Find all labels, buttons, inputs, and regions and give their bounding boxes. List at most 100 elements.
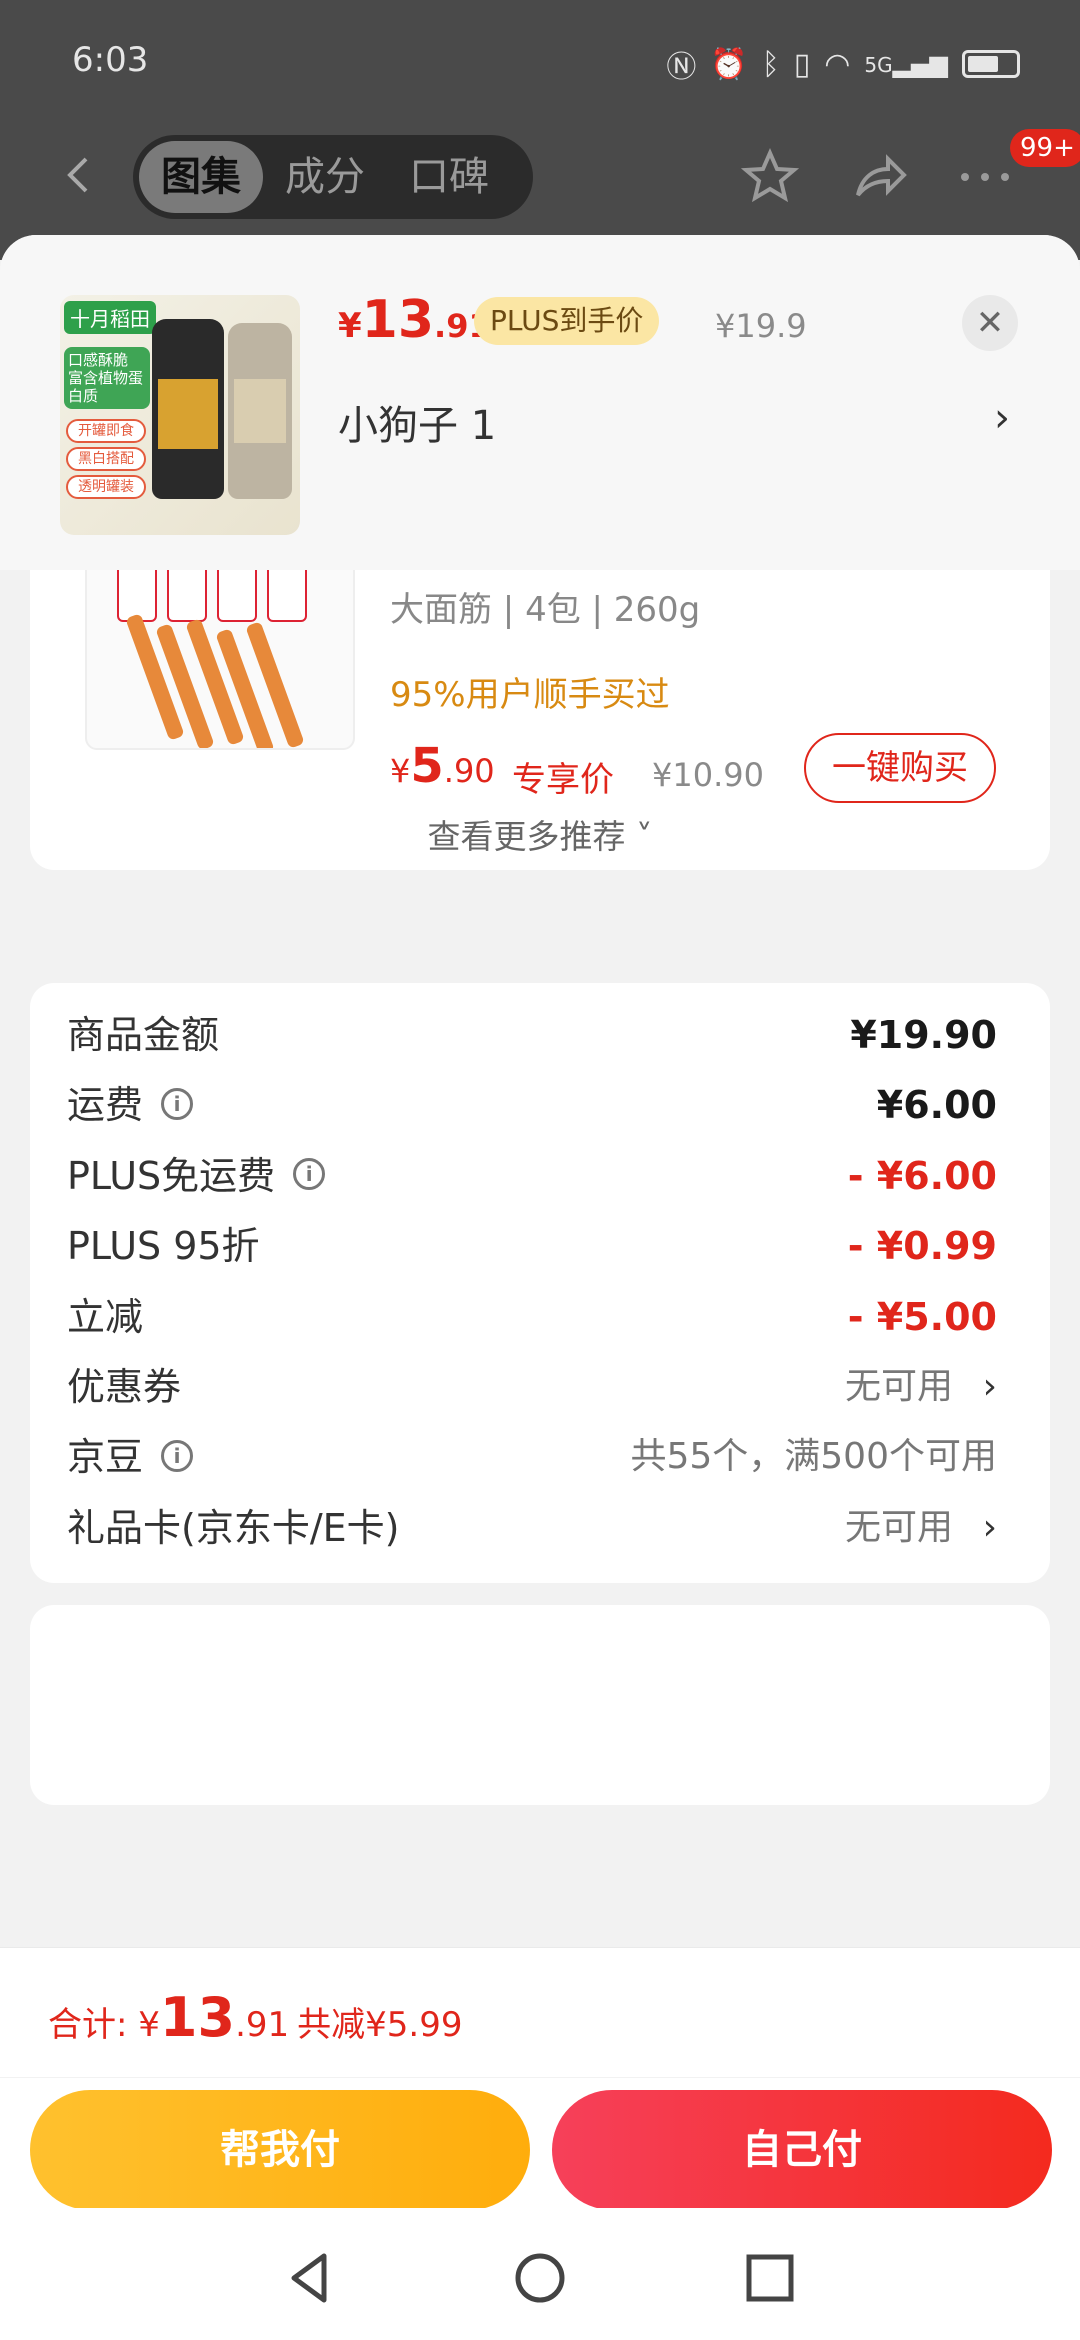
summary-row: PLUS免运费 i - ¥6.00 xyxy=(67,1146,997,1206)
summary-label-text: 京豆 xyxy=(67,1435,144,1480)
summary-label: 京豆 i xyxy=(67,1427,194,1487)
product-price: ¥13.91 xyxy=(338,290,491,350)
summary-label-text: 运费 xyxy=(67,1083,144,1128)
share-icon[interactable] xyxy=(850,147,910,207)
recommendation-image[interactable] xyxy=(85,570,355,750)
summary-row: 立减 - ¥5.00 xyxy=(67,1287,997,1347)
summary-label: 礼品卡(京东卡/E卡) xyxy=(67,1498,399,1558)
signal-icon: 5G▂▄▆ xyxy=(864,50,948,78)
summary-row: 商品金额 ¥19.90 xyxy=(67,1005,997,1065)
next-section-card xyxy=(30,1605,1050,1805)
total-bar: 合计: ¥13.91 共减¥5.99 xyxy=(0,1947,1080,2077)
star-icon[interactable] xyxy=(740,147,800,207)
total-integer: 13 xyxy=(159,1986,236,2049)
snack-pack xyxy=(267,570,307,622)
summary-row: 运费 i ¥6.00 xyxy=(67,1075,997,1135)
snack-pack xyxy=(167,570,207,622)
product-thumbnail[interactable]: 十月稻田 口感酥脆 富含植物蛋白质 开罐即食 黑白搭配 透明罐装 xyxy=(60,295,300,535)
exclusive-price-label: 专享价 xyxy=(512,760,614,800)
more-recommendations-link[interactable]: 查看更多推荐 ˅ xyxy=(30,810,1050,858)
price-integer: 5 xyxy=(410,738,444,794)
summary-label-text: PLUS免运费 xyxy=(67,1153,276,1198)
nav-home-icon[interactable] xyxy=(510,2248,570,2308)
battery-icon xyxy=(962,50,1020,78)
one-click-buy-button[interactable]: 一键购买 xyxy=(804,733,996,803)
price-decimal: .90 xyxy=(443,752,495,790)
bluetooth-icon: ᛒ xyxy=(761,46,780,82)
action-bar: 帮我付 自己付 xyxy=(0,2078,1080,2210)
summary-label-text: PLUS 95折 xyxy=(67,1224,260,1269)
background-page-header xyxy=(0,0,1080,260)
total-saved: 共减¥5.99 xyxy=(297,2005,463,2045)
plus-price-tag: PLUS到手价 xyxy=(474,297,660,345)
summary-row: 京豆 i 共55个，满500个可用 xyxy=(67,1427,997,1487)
tab-switcher: 图集 成分 口碑 xyxy=(133,135,533,219)
vibrate-icon: ▯ xyxy=(793,46,811,82)
info-icon[interactable]: i xyxy=(293,1158,326,1191)
status-time: 6:03 xyxy=(72,40,149,80)
summary-row[interactable]: 礼品卡(京东卡/E卡) 无可用 › xyxy=(67,1498,997,1558)
thumb-tag: 口感酥脆 富含植物蛋白质 xyxy=(64,347,150,409)
summary-value: 无可用 xyxy=(844,1506,953,1548)
top-navigation: 图集 成分 口碑 99+ xyxy=(0,129,1080,219)
recommendation-card: 大面筋 | 4包 | 260g 95%用户顺手买过 ¥5.90 专享价 ¥10.… xyxy=(30,570,1050,870)
summary-label: 商品金额 xyxy=(67,1005,219,1065)
summary-row[interactable]: 优惠券 无可用 › xyxy=(67,1357,997,1417)
system-navigation-bar xyxy=(0,2208,1080,2340)
selected-variant[interactable]: 小狗子 1 xyxy=(338,393,496,451)
original-price: ¥19.9 xyxy=(715,307,807,345)
wifi-icon: ◠ xyxy=(824,46,851,82)
summary-row: PLUS 95折 - ¥0.99 xyxy=(67,1216,997,1276)
thumb-pill: 开罐即食 xyxy=(66,419,146,443)
thumb-pill: 透明罐装 xyxy=(66,475,146,499)
chevron-right-icon[interactable]: › xyxy=(983,1498,997,1558)
status-bar: 6:03 Ⓝ ⏰ ᛒ ▯ ◠ 5G▂▄▆ xyxy=(72,40,1040,86)
recommendation-original-price: ¥10.90 xyxy=(652,756,764,794)
black-sesame-jar xyxy=(152,319,224,499)
tab-gallery[interactable]: 图集 xyxy=(139,141,263,213)
info-icon[interactable]: i xyxy=(161,1087,194,1120)
info-icon[interactable]: i xyxy=(161,1439,194,1472)
tab-ingredients[interactable]: 成分 xyxy=(263,141,387,213)
order-total: 合计: ¥13.91 共减¥5.99 xyxy=(48,1986,462,2049)
summary-label-text: 优惠券 xyxy=(67,1365,182,1409)
nav-back-icon[interactable] xyxy=(280,2248,340,2308)
recommendation-price: ¥5.90 xyxy=(390,738,495,794)
total-decimal: .91 xyxy=(235,2005,290,2045)
nfc-icon: Ⓝ xyxy=(666,50,697,85)
tab-reviews[interactable]: 口碑 xyxy=(387,141,511,213)
summary-value: - ¥5.00 xyxy=(847,1294,997,1339)
summary-label: 立减 xyxy=(67,1287,143,1347)
recommendation-spec: 大面筋 | 4包 | 260g xyxy=(390,590,701,630)
total-label: 合计: xyxy=(48,2005,139,2045)
help-me-pay-button[interactable]: 帮我付 xyxy=(30,2090,530,2210)
network-type: 5G xyxy=(864,53,893,77)
price-breakdown-card: 商品金额 ¥19.90 运费 i ¥6.00 PLUS免运费 i - ¥6.00 PLUS 95… xyxy=(30,983,1050,1583)
summary-label-text: 立减 xyxy=(67,1294,144,1339)
more-icon[interactable] xyxy=(955,147,1015,207)
summary-value: ¥6.00 xyxy=(876,1083,997,1128)
summary-value: - ¥6.00 xyxy=(847,1153,997,1198)
price-integer: 13 xyxy=(361,290,435,350)
close-icon: ✕ xyxy=(975,303,1005,343)
pay-myself-button[interactable]: 自己付 xyxy=(552,2090,1052,2210)
summary-value: 无可用 xyxy=(844,1366,953,1407)
summary-label-text: 礼品卡(京东卡/E卡) xyxy=(67,1505,400,1550)
summary-value: 共55个，满500个可用 xyxy=(630,1436,997,1478)
summary-value: ¥19.90 xyxy=(850,1013,997,1057)
price-symbol: ¥ xyxy=(338,306,362,346)
status-icons: Ⓝ ⏰ ᛒ ▯ ◠ 5G▂▄▆ xyxy=(666,42,1020,86)
alarm-icon: ⏰ xyxy=(710,46,748,82)
back-arrow-icon[interactable] xyxy=(60,155,100,195)
thumb-brand: 十月稻田 xyxy=(64,301,156,334)
price-symbol: ¥ xyxy=(390,752,411,790)
close-button[interactable]: ✕ xyxy=(962,295,1018,351)
notification-badge: 99+ xyxy=(1010,129,1080,167)
chevron-right-icon[interactable]: › xyxy=(983,1357,997,1417)
total-symbol: ¥ xyxy=(138,2005,160,2045)
summary-label: 优惠券 xyxy=(67,1357,181,1417)
summary-label: PLUS 95折 xyxy=(67,1216,260,1276)
nav-recents-icon[interactable] xyxy=(740,2248,800,2308)
chevron-right-icon[interactable]: › xyxy=(994,395,1010,441)
summary-label: PLUS免运费 i xyxy=(67,1146,326,1206)
